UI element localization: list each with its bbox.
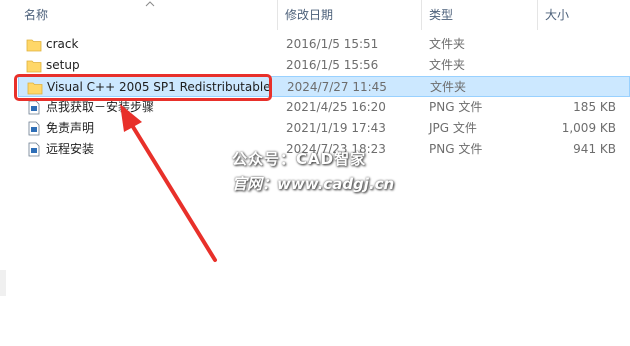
file-row-setup[interactable]: setup 2016/1/5 15:56 文件夹 bbox=[18, 55, 630, 76]
file-type: 文件夹 bbox=[429, 58, 466, 72]
file-name: setup bbox=[46, 58, 80, 72]
scrollbar-edge[interactable] bbox=[0, 270, 6, 296]
column-header-type-label: 类型 bbox=[429, 8, 454, 22]
column-header-size-label: 大小 bbox=[545, 8, 570, 22]
file-type: 文件夹 bbox=[430, 80, 467, 94]
file-name: crack bbox=[46, 37, 79, 51]
folder-icon bbox=[26, 39, 42, 52]
file-type: PNG 文件 bbox=[429, 142, 483, 156]
column-header-date-label: 修改日期 bbox=[285, 8, 334, 22]
annotation-highlight-box bbox=[14, 74, 272, 101]
folder-icon bbox=[26, 60, 42, 73]
file-type: PNG 文件 bbox=[429, 100, 483, 114]
file-date: 2021/4/25 16:20 bbox=[286, 100, 386, 114]
column-header-date[interactable]: 修改日期 bbox=[279, 0, 422, 30]
file-date: 2016/1/5 15:56 bbox=[286, 58, 379, 72]
file-name: 免责声明 bbox=[46, 121, 95, 135]
column-header-size[interactable]: 大小 bbox=[539, 0, 630, 30]
column-divider[interactable] bbox=[277, 0, 278, 30]
watermark-website: 官网：www.cadgj.cn bbox=[232, 175, 395, 193]
image-file-icon bbox=[28, 121, 40, 136]
watermark-wechat: 公众号：CAD智家 bbox=[232, 150, 367, 168]
file-name: 远程安装 bbox=[46, 142, 95, 156]
file-date: 2016/1/5 15:51 bbox=[286, 37, 379, 51]
column-header-type[interactable]: 类型 bbox=[423, 0, 538, 30]
column-header-bar: 名称 修改日期 类型 大小 bbox=[0, 0, 630, 30]
column-header-name-label: 名称 bbox=[24, 8, 49, 22]
file-type: JPG 文件 bbox=[429, 121, 477, 135]
image-file-icon bbox=[28, 142, 40, 157]
file-size: 941 KB bbox=[573, 142, 616, 156]
column-divider[interactable] bbox=[421, 0, 422, 30]
file-date: 2024/7/27 11:45 bbox=[287, 80, 387, 94]
file-size: 1,009 KB bbox=[561, 121, 616, 135]
file-row-disclaimer[interactable]: 免责声明 2021/1/19 17:43 JPG 文件 1,009 KB bbox=[18, 118, 630, 139]
image-file-icon bbox=[28, 100, 40, 115]
file-row-crack[interactable]: crack 2016/1/5 15:51 文件夹 bbox=[18, 34, 630, 55]
column-divider[interactable] bbox=[537, 0, 538, 30]
file-size: 185 KB bbox=[573, 100, 616, 114]
file-type: 文件夹 bbox=[429, 37, 466, 51]
file-date: 2021/1/19 17:43 bbox=[286, 121, 386, 135]
chevron-up-icon bbox=[145, 1, 155, 7]
